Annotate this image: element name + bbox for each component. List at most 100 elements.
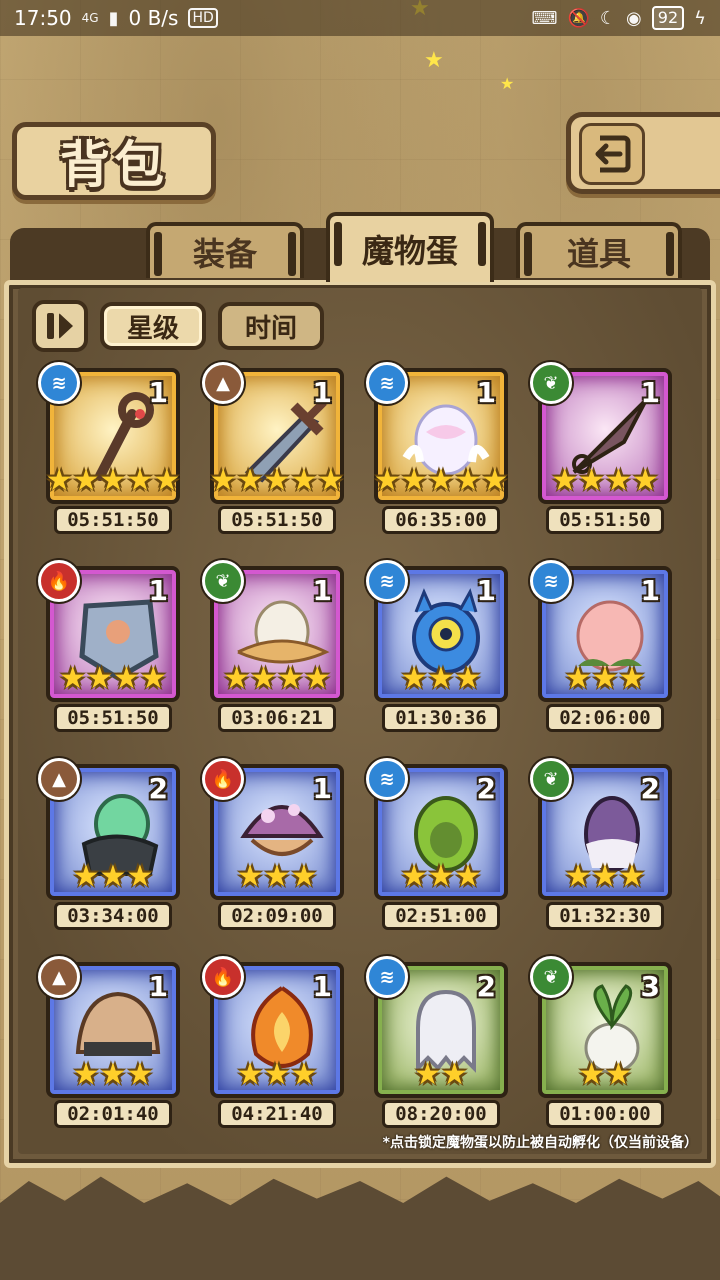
sort-label: 时间 [244, 313, 297, 344]
star-icon: ★ [263, 859, 291, 894]
star-icon: ★ [113, 661, 140, 696]
moon-icon: ☾ [599, 7, 617, 29]
net-speed: 0 B/s [128, 6, 179, 30]
water-element-icon: ≋ [366, 560, 408, 602]
return-arrow-icon [579, 123, 645, 185]
star-icon: ★ [72, 1057, 100, 1092]
water-element-icon: ≋ [366, 758, 408, 800]
star-icon: ★ [236, 463, 264, 498]
egg-slot[interactable]: 2 ★ ★ ★ ▲ 03:34:00 [38, 758, 184, 934]
lock-hint: *点击锁定魔物蛋以防止被自动孵化（仅当前设备） [382, 1135, 698, 1151]
fire-element-icon: 🔥 [202, 758, 244, 800]
star-icon: ★ [427, 661, 455, 696]
egg-slot[interactable]: 2 ★ ★ ≋ 08:20:00 [366, 956, 512, 1132]
hatch-timer: 05:51:50 [218, 506, 336, 534]
signal-icon: ▮ [108, 7, 119, 29]
egg-slot[interactable]: 1 ★ ★ ★ ★ ❦ 05:51:50 [530, 362, 676, 538]
egg-slot[interactable]: 1 ★ ★ ★ ≋ 01:30:36 [366, 560, 512, 736]
egg-slot[interactable]: 1 ★ ★ ★ ★ ★ ≋ 05:51:50 [38, 362, 184, 538]
star-icon: ★ [441, 1057, 468, 1092]
star-icon: ★ [605, 463, 632, 498]
egg-slot[interactable]: 1 ★ ★ ★ ★ 🔥 05:51:50 [38, 560, 184, 736]
star-icon: ★ [454, 859, 482, 894]
star-rating: ★ ★ ★ [542, 862, 668, 892]
star-rating: ★ ★ ★ [50, 1060, 176, 1090]
egg-slot[interactable]: 1 ★ ★ ★ ▲ 02:01:40 [38, 956, 184, 1132]
star-icon: ★ [86, 661, 113, 696]
tab-monster-eggs[interactable]: 魔物蛋 [326, 212, 494, 282]
star-icon: ★ [578, 1057, 605, 1092]
charging-icon: ϟ [694, 7, 706, 29]
title-plate: 背包 [12, 122, 216, 200]
star-icon: ★ [427, 859, 455, 894]
egg-slot[interactable]: 2 ★ ★ ★ ≋ 02:51:00 [366, 758, 512, 934]
star-icon: ★ [578, 463, 605, 498]
star-icon: ★ [564, 859, 592, 894]
page-title: 背包 [60, 135, 168, 194]
egg-slot[interactable]: 3 ★ ★ ❦ 01:00:00 [530, 956, 676, 1132]
egg-quantity: 2 [148, 772, 168, 805]
star-icon: ★ [72, 859, 100, 894]
battery-level: 92 [651, 6, 685, 30]
sparkle-icon: ★ [500, 74, 515, 93]
sort-by-time-button[interactable]: 时间 [218, 302, 324, 350]
egg-slot[interactable]: 1 ★ ★ ★ ★ ❦ 03:06:21 [202, 560, 348, 736]
play-pause-icon [47, 313, 54, 339]
egg-quantity: 3 [640, 970, 660, 1003]
egg-quantity: 1 [148, 376, 168, 409]
star-rating: ★ ★ ★ ★ [542, 466, 668, 496]
star-icon: ★ [153, 463, 181, 498]
egg-quantity: 1 [312, 970, 332, 1003]
egg-slot[interactable]: 2 ★ ★ ★ ❦ 01:32:30 [530, 758, 676, 934]
egg-slot[interactable]: 1 ★ ★ ★ ★ ★ ▲ 05:51:50 [202, 362, 348, 538]
star-icon: ★ [605, 1057, 632, 1092]
star-icon: ★ [303, 661, 331, 696]
star-icon: ★ [126, 1057, 154, 1092]
egg-grid: 1 ★ ★ ★ ★ ★ ≋ 05:51:50 1 ★ ★ ★ ★ ★ ▲ 05:51:50 1 ★ ★ ★ ★ ★ ≋ 06:… [38, 362, 684, 1128]
star-icon: ★ [236, 1057, 264, 1092]
star-icon: ★ [618, 859, 646, 894]
star-icon: ★ [250, 661, 277, 696]
lock-icon: ◉ [626, 7, 642, 29]
star-rating: ★ ★ ★ [378, 862, 504, 892]
egg-slot[interactable]: 1 ★ ★ ★ 🔥 02:09:00 [202, 758, 348, 934]
star-rating: ★ ★ ★ ★ [214, 664, 340, 694]
star-icon: ★ [414, 1057, 441, 1092]
mute-icon: 🔕 [567, 7, 590, 29]
star-icon: ★ [317, 463, 345, 498]
star-icon: ★ [290, 1057, 318, 1092]
hatch-timer: 02:01:40 [54, 1100, 172, 1128]
star-icon: ★ [99, 463, 127, 498]
water-element-icon: ≋ [366, 362, 408, 404]
sort-by-stars-button[interactable]: 星级 [100, 302, 206, 350]
egg-quantity: 1 [312, 772, 332, 805]
tab-items[interactable]: 道具 [516, 222, 682, 278]
star-icon: ★ [400, 463, 428, 498]
egg-slot[interactable]: 1 ★ ★ ★ ★ ★ ≋ 06:35:00 [366, 362, 512, 538]
star-icon: ★ [454, 661, 482, 696]
bottom-decoration [0, 1176, 720, 1280]
hatch-timer: 02:51:00 [382, 902, 500, 930]
hatch-timer: 01:32:30 [546, 902, 664, 930]
egg-quantity: 1 [148, 574, 168, 607]
sort-order-toggle[interactable] [32, 300, 88, 352]
hatch-timer: 02:06:00 [546, 704, 664, 732]
star-icon: ★ [126, 859, 154, 894]
star-icon: ★ [236, 859, 264, 894]
back-button[interactable] [566, 112, 720, 194]
egg-slot[interactable]: 1 ★ ★ ★ ≋ 02:06:00 [530, 560, 676, 736]
egg-quantity: 1 [312, 574, 332, 607]
star-icon: ★ [427, 463, 455, 498]
grass-element-icon: ❦ [202, 560, 244, 602]
network-type: 4G [81, 11, 99, 25]
star-icon: ★ [631, 463, 659, 498]
star-icon: ★ [290, 463, 318, 498]
star-rating: ★ ★ ★ ★ ★ [46, 463, 181, 498]
tab-equipment[interactable]: 装备 [146, 222, 304, 278]
star-rating: ★ ★ ★ ★ ★ [210, 463, 345, 498]
earth-element-icon: ▲ [38, 956, 80, 998]
egg-slot[interactable]: 1 ★ ★ ★ 🔥 04:21:40 [202, 956, 348, 1132]
hatch-timer: 05:51:50 [54, 704, 172, 732]
earth-element-icon: ▲ [202, 362, 244, 404]
gamepad-icon: ⌨ [531, 7, 558, 29]
